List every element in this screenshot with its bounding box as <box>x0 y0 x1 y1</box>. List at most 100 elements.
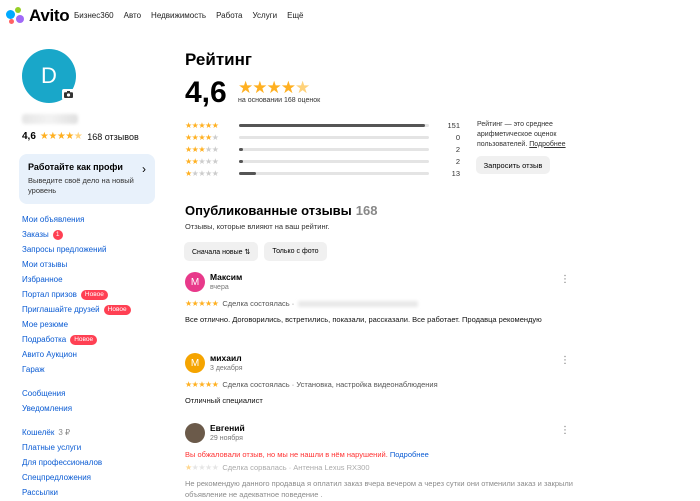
rating-note: Рейтинг — это среднее арифметическое оце… <box>477 121 566 148</box>
menu-my-ads[interactable]: Мои объявления <box>22 212 131 227</box>
menu-invite-friends[interactable]: Приглашайте друзей Новое <box>22 302 131 317</box>
menu-newsletters[interactable]: Рассылки <box>22 485 131 500</box>
review-deal: Сделка сорвалась · Антенна Lexus RX300 <box>222 463 370 472</box>
rating-distribution-row: ★★★★★ 13 <box>185 167 460 179</box>
distribution-bar <box>239 159 429 163</box>
rating-distribution-row: ★★★★★ 0 <box>185 131 460 143</box>
nav-more[interactable]: Ещё <box>287 11 303 20</box>
menu-paid-services[interactable]: Платные услуги <box>22 440 131 455</box>
nav-realty[interactable]: Недвижимость <box>151 11 206 20</box>
rating-title: Рейтинг <box>185 50 252 69</box>
menu-requests[interactable]: Запросы предложений <box>22 242 131 257</box>
review-date: 29 ноября <box>210 435 243 442</box>
avito-logo[interactable]: Avito <box>6 6 70 26</box>
review-item: М Максим вчера ⋮ ★★★★★ Сделка состоялась … <box>185 272 580 326</box>
profi-title: Работайте как профи <box>28 162 123 172</box>
wallet-balance: 3 ₽ <box>58 428 71 437</box>
more-options-icon[interactable]: ⋮ <box>560 274 570 285</box>
menu-wallet[interactable]: Кошелёк 3 ₽ <box>22 425 131 440</box>
top-bar: Avito Бизнес360 Авто Недвижимость Работа… <box>0 0 700 32</box>
nav-services[interactable]: Услуги <box>253 11 278 20</box>
menu-garage[interactable]: Гараж <box>22 362 131 377</box>
menu-auction[interactable]: Авито Аукцион <box>22 347 131 362</box>
more-options-icon[interactable]: ⋮ <box>560 425 570 436</box>
review-text: Все отлично. Договорились, встретились, … <box>185 315 542 324</box>
menu-favorites[interactable]: Избранное <box>22 272 131 287</box>
new-badge: Новое <box>80 289 108 300</box>
distribution-count: 2 <box>455 144 460 154</box>
avatar-letter: D <box>41 63 57 88</box>
logo-dots-icon <box>6 7 26 25</box>
distribution-stars-icon: ★★★★★ <box>185 144 219 154</box>
menu-special-offers[interactable]: Спецпредложения <box>22 470 131 485</box>
review-item: Евгений 29 ноября ⋮ Вы обжаловали отзыв,… <box>185 423 580 501</box>
profile-reviews-count[interactable]: 168 отзывов <box>87 132 139 142</box>
distribution-count: 2 <box>455 156 460 166</box>
reviewer-avatar[interactable]: М <box>185 353 205 373</box>
distribution-bar <box>239 171 429 175</box>
review-text: Отличный специалист <box>185 396 263 405</box>
sidebar-menu: Мои объявления Заказы 1 Запросы предложен… <box>22 212 131 500</box>
menu-my-resume[interactable]: Мое резюме <box>22 317 131 332</box>
menu-my-reviews[interactable]: Мои отзывы <box>22 257 131 272</box>
menu-orders[interactable]: Заказы 1 <box>22 227 131 242</box>
rating-distribution-row: ★★★★★ 2 <box>185 155 460 167</box>
menu-messages[interactable]: Сообщения <box>22 386 131 401</box>
menu-prize-portal[interactable]: Портал призов Новое <box>22 287 131 302</box>
menu-for-pros[interactable]: Для профессионалов <box>22 455 131 470</box>
chevron-right-icon: › <box>142 162 146 176</box>
appeal-warning: Вы обжаловали отзыв, но мы не нашли в нё… <box>185 450 429 459</box>
rating-basis: на основании 168 оценок <box>238 97 321 104</box>
profi-subtitle: Выведите своё дело на новый уровень <box>28 176 134 196</box>
nav-jobs[interactable]: Работа <box>216 11 242 20</box>
appeal-details-link[interactable]: Подробнее <box>390 450 429 459</box>
reviewer-name[interactable]: Максим <box>210 272 242 282</box>
rating-distribution-row: ★★★★★ 2 <box>185 143 460 155</box>
review-date: вчера <box>210 284 229 291</box>
review-stars-icon: ★★★★★ <box>185 380 219 389</box>
distribution-stars-icon: ★★★★★ <box>185 168 219 178</box>
reviewer-name[interactable]: Евгений <box>210 423 245 433</box>
profi-card[interactable]: Работайте как профи Выведите своё дело н… <box>19 154 155 204</box>
rating-distribution: ★★★★★ 151 ★★★★★ 0 ★★★★★ 2 ★★★★★ 2 ★★★★★ 13 <box>185 119 460 179</box>
review-stars-icon: ★★★★★ <box>185 299 219 308</box>
rating-distribution-row: ★★★★★ 151 <box>185 119 460 131</box>
reviewer-avatar[interactable]: М <box>185 272 205 292</box>
rating-note-link[interactable]: Подробнее <box>529 141 565 148</box>
distribution-count: 151 <box>447 120 460 130</box>
distribution-stars-icon: ★★★★★ <box>185 132 219 142</box>
review-deal: Сделка состоялась · <box>222 299 295 308</box>
camera-icon[interactable] <box>62 89 75 100</box>
distribution-stars-icon: ★★★★★ <box>185 156 219 166</box>
rating-value: 4,6 <box>185 76 227 109</box>
review-text: Не рекомендую данного продавца я оплатил… <box>185 479 573 499</box>
profile-rating: 4,6 ★★★★★ 168 отзывов <box>22 131 139 142</box>
distribution-bar <box>239 135 429 139</box>
review-item: М михаил 3 декабря ⋮ ★★★★★ Сделка состоял… <box>185 353 580 407</box>
menu-side-job[interactable]: Подработка Новое <box>22 332 131 347</box>
orders-badge: 1 <box>52 229 63 240</box>
review-stars-icon: ★★★★★ <box>185 463 219 472</box>
rating-stars-icon: ★★★★★ <box>39 131 83 142</box>
reviewer-name[interactable]: михаил <box>210 353 243 363</box>
distribution-bar <box>239 147 429 151</box>
nav-auto[interactable]: Авто <box>124 11 141 20</box>
distribution-count: 0 <box>455 132 460 142</box>
new-badge: Новое <box>103 304 131 315</box>
reviewer-avatar[interactable] <box>185 423 205 443</box>
nav-business360[interactable]: Бизнес360 <box>74 11 114 20</box>
reviews-count: 168 <box>355 203 378 218</box>
profile-rating-value: 4,6 <box>22 131 36 142</box>
top-nav: Бизнес360 Авто Недвижимость Работа Услуг… <box>74 11 313 20</box>
sort-newest-button[interactable]: Сначала новые ⇅ <box>184 242 259 261</box>
request-review-button[interactable]: Запросить отзыв <box>476 156 550 174</box>
menu-notifications[interactable]: Уведомления <box>22 401 131 416</box>
distribution-count: 13 <box>451 168 460 178</box>
new-badge: Новое <box>70 334 98 345</box>
reviews-section-subtitle: Отзывы, которые влияют на ваш рейтинг. <box>185 222 330 231</box>
logo-text: Avito <box>29 6 70 25</box>
only-photo-button[interactable]: Только с фото <box>264 242 327 261</box>
distribution-stars-icon: ★★★★★ <box>185 120 219 130</box>
review-deal: Сделка состоялась · Установка, настройка… <box>222 380 438 389</box>
more-options-icon[interactable]: ⋮ <box>560 355 570 366</box>
